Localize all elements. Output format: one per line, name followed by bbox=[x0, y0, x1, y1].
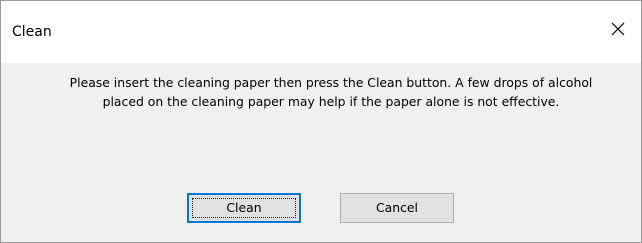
clean-button[interactable]: Clean bbox=[187, 193, 301, 223]
clean-button-label: Clean bbox=[226, 200, 262, 215]
cancel-button[interactable]: Cancel bbox=[340, 193, 454, 223]
dialog-message: Please insert the cleaning paper then pr… bbox=[69, 75, 593, 109]
dialog-title: Clean bbox=[12, 24, 52, 40]
close-button[interactable] bbox=[595, 7, 641, 51]
title-bar: Clean bbox=[1, 1, 641, 63]
close-icon bbox=[611, 22, 625, 36]
cancel-button-label: Cancel bbox=[376, 200, 418, 215]
clean-dialog: Clean Please insert the cleaning paper t… bbox=[0, 0, 642, 243]
